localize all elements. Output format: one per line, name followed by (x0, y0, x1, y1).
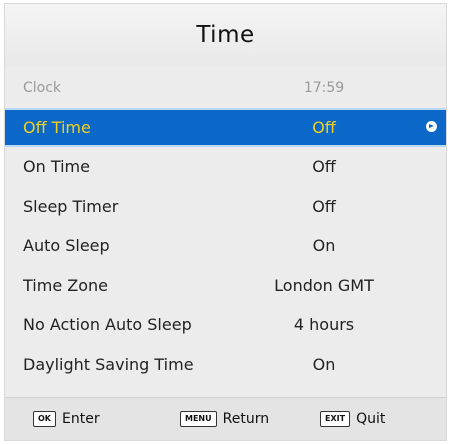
row-time-zone[interactable]: Time Zone London GMT (5, 266, 446, 306)
settings-list: Clock 17:59 Off Time Off On Time Off Sle… (5, 68, 446, 384)
row-value: London GMT (274, 275, 374, 295)
quit-hint[interactable]: EXIT Quit (320, 411, 385, 427)
return-label: Return (222, 411, 270, 427)
quit-label: Quit (356, 411, 386, 427)
row-clock: Clock 17:59 (5, 68, 446, 108)
footer-hints: OK Enter MENU Return EXIT Quit (5, 397, 446, 440)
row-value: Off (312, 117, 336, 137)
row-off-time[interactable]: Off Time Off (5, 107, 446, 147)
enter-hint[interactable]: OK Enter (33, 411, 100, 427)
row-label: Off Time (23, 117, 91, 137)
menu-key-icon: MENU (180, 411, 217, 427)
row-value: 17:59 (303, 79, 345, 96)
menu-title: Time (5, 4, 446, 66)
row-label: Daylight Saving Time (23, 354, 194, 374)
row-sleep-timer[interactable]: Sleep Timer Off (5, 187, 446, 227)
row-daylight-saving-time[interactable]: Daylight Saving Time On (5, 345, 446, 385)
row-label: On Time (23, 157, 90, 177)
row-value: 4 hours (293, 315, 355, 335)
time-menu-panel: Time Clock 17:59 Off Time Off On Time Of… (4, 3, 447, 441)
row-on-time[interactable]: On Time Off (5, 147, 446, 187)
arrow-right-icon[interactable] (426, 121, 437, 133)
return-hint[interactable]: MENU Return (180, 411, 269, 427)
enter-label: Enter (62, 411, 100, 427)
row-value: Off (312, 157, 336, 177)
row-label: No Action Auto Sleep (23, 315, 192, 335)
row-value: On (312, 354, 336, 374)
row-label: Clock (23, 79, 62, 96)
row-value: Off (312, 196, 336, 216)
row-label: Time Zone (23, 275, 108, 295)
row-label: Auto Sleep (23, 236, 110, 256)
exit-key-icon: EXIT (320, 411, 351, 427)
ok-key-icon: OK (33, 411, 56, 427)
row-no-action-auto-sleep[interactable]: No Action Auto Sleep 4 hours (5, 305, 446, 345)
row-value: On (312, 236, 336, 256)
row-label: Sleep Timer (23, 196, 119, 216)
row-auto-sleep[interactable]: Auto Sleep On (5, 226, 446, 266)
